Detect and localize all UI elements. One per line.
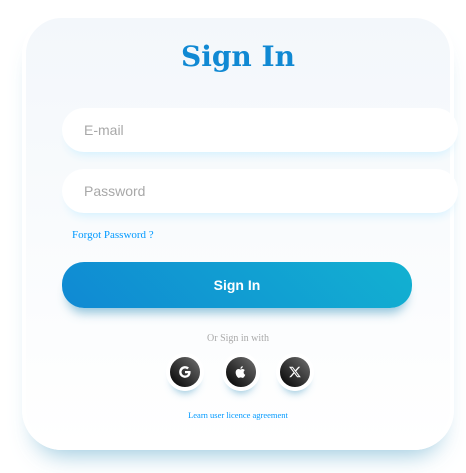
email-field[interactable] xyxy=(62,108,458,152)
x-sign-in-button[interactable] xyxy=(276,353,314,391)
sign-in-card: Sign In Forgot Password ? Sign In Or Sig… xyxy=(22,14,458,450)
apple-icon xyxy=(235,366,246,378)
social-heading: Or Sign in with xyxy=(207,333,269,344)
sign-in-button[interactable]: Sign In xyxy=(62,262,412,308)
agreement-row: Learn user licence agreement xyxy=(26,410,450,420)
page-title: Sign In xyxy=(181,40,295,73)
password-field[interactable] xyxy=(62,169,458,213)
apple-sign-in-button[interactable] xyxy=(222,353,260,391)
google-icon xyxy=(179,366,191,378)
forgot-password-link[interactable]: Forgot Password ? xyxy=(72,229,154,241)
google-sign-in-button[interactable] xyxy=(166,353,204,391)
licence-agreement-link[interactable]: Learn user licence agreement xyxy=(188,410,288,420)
x-twitter-icon xyxy=(289,366,301,378)
